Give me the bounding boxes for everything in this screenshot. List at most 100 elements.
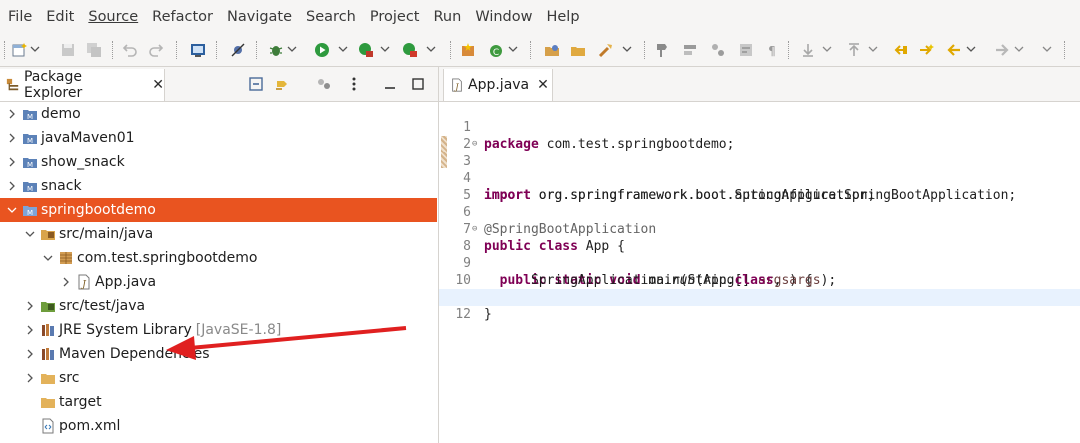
tree-item-target[interactable]: target (0, 390, 437, 414)
chevron-right-icon[interactable] (60, 276, 72, 288)
project-icon: M (23, 158, 37, 169)
editor-tabbar: J App.java ✕ (439, 67, 1080, 102)
chevron-down-icon[interactable] (1014, 44, 1024, 54)
tree-item-javamaven01[interactable]: M javaMaven01 (0, 126, 437, 150)
maximize-icon[interactable] (410, 76, 426, 92)
code-line: 8 ⊖ public static void main(String[] arg… (439, 221, 1080, 288)
chevron-right-icon[interactable] (24, 348, 36, 360)
chevron-right-icon[interactable] (24, 372, 36, 384)
pin-editor-icon[interactable] (918, 42, 934, 58)
tree-item-app-java[interactable]: J App.java (0, 270, 437, 294)
save-icon[interactable] (60, 42, 76, 58)
chevron-down-icon[interactable] (6, 204, 18, 216)
save-all-icon[interactable] (86, 42, 102, 58)
collapse-all-icon[interactable] (248, 76, 264, 92)
toggle-mark-occurrences-icon[interactable] (654, 42, 670, 58)
menu-help[interactable]: Help (546, 9, 579, 25)
project-icon: M (23, 110, 37, 121)
view-menu-icon[interactable] (346, 76, 362, 92)
chevron-right-icon[interactable] (24, 300, 36, 312)
block-selection-icon[interactable] (710, 42, 726, 58)
folder-icon (41, 398, 55, 408)
package-icon (60, 252, 72, 264)
show-whitespace-icon[interactable]: ¶ (764, 42, 780, 58)
java-file-icon: J (78, 274, 90, 290)
new-java-project-icon[interactable] (460, 42, 476, 58)
menu-search[interactable]: Search (306, 9, 356, 25)
menu-bar: File Edit Source Refactor Navigate Searc… (0, 0, 1080, 34)
tree-item-springbootdemo[interactable]: M springbootdemo (0, 198, 437, 222)
coverage-icon[interactable] (358, 42, 374, 58)
tab-package-explorer[interactable]: Package Explorer ✕ (0, 69, 165, 101)
chevron-down-icon[interactable] (30, 44, 40, 54)
tree-label: App.java (95, 274, 157, 290)
close-icon[interactable]: ✕ (152, 77, 164, 93)
open-type-icon[interactable] (544, 42, 560, 58)
tree-item-src-main-java[interactable]: src/main/java (0, 222, 437, 246)
svg-text:¶: ¶ (768, 44, 776, 58)
tree-item-show-snack[interactable]: M show_snack (0, 150, 437, 174)
tree-item-src[interactable]: src (0, 366, 437, 390)
chevron-right-icon[interactable] (6, 156, 18, 168)
terminal-icon[interactable] (190, 42, 206, 58)
search-icon[interactable] (598, 42, 614, 58)
chevron-down-icon[interactable] (426, 44, 436, 54)
chevron-down-icon[interactable] (42, 252, 54, 264)
chevron-down-icon[interactable] (338, 44, 348, 54)
tree-item-src-test-java[interactable]: src/test/java (0, 294, 437, 318)
tree-label: src (59, 370, 80, 386)
redo-icon[interactable] (148, 42, 164, 58)
tree-label: src/main/java (59, 226, 154, 242)
previous-annotation-icon[interactable] (846, 42, 862, 58)
breakpoint-skip-icon[interactable] (230, 42, 246, 58)
tree-item-pom-xml[interactable]: pom.xml (0, 414, 437, 438)
tree-label: com.test.springbootdemo (77, 250, 258, 266)
chevron-down-icon[interactable] (966, 44, 976, 54)
minimize-icon[interactable] (382, 76, 398, 92)
chevron-right-icon[interactable] (6, 132, 18, 144)
package-explorer-tabbar: Package Explorer ✕ (0, 67, 438, 102)
forward-icon[interactable] (994, 42, 1010, 58)
undo-icon[interactable] (122, 42, 138, 58)
external-tools-icon[interactable] (402, 42, 418, 58)
chevron-right-icon[interactable] (6, 180, 18, 192)
next-annotation-icon[interactable] (800, 42, 816, 58)
chevron-down-icon[interactable] (1042, 44, 1052, 54)
menu-file[interactable]: File (8, 9, 32, 25)
chevron-down-icon[interactable] (622, 44, 632, 54)
chevron-right-icon[interactable] (6, 108, 18, 120)
chevron-down-icon[interactable] (822, 44, 832, 54)
debug-icon[interactable] (268, 42, 284, 58)
new-class-icon[interactable]: C (488, 42, 504, 58)
menu-edit[interactable]: Edit (46, 9, 74, 25)
new-wizard-icon[interactable] (12, 42, 28, 58)
last-edit-location-icon[interactable] (892, 42, 908, 58)
run-icon[interactable] (314, 42, 330, 58)
menu-window[interactable]: Window (475, 9, 532, 25)
chevron-down-icon[interactable] (868, 44, 878, 54)
menu-source[interactable]: Source (88, 9, 138, 25)
fold-collapse-icon[interactable]: ⊖ (472, 221, 477, 238)
tab-label: App.java (468, 77, 530, 93)
chevron-down-icon[interactable] (380, 44, 390, 54)
focus-task-icon[interactable] (316, 76, 332, 92)
menu-run[interactable]: Run (434, 9, 462, 25)
toggle-breadcrumb-icon[interactable] (682, 42, 698, 58)
open-task-icon[interactable] (570, 42, 586, 58)
menu-project[interactable]: Project (370, 9, 420, 25)
close-icon[interactable]: ✕ (537, 77, 549, 93)
tree-item-snack[interactable]: M snack (0, 174, 437, 198)
back-icon[interactable] (946, 42, 962, 58)
menu-navigate[interactable]: Navigate (227, 9, 292, 25)
word-wrap-icon[interactable] (738, 42, 754, 58)
fold-collapse-icon[interactable]: ⊖ (472, 136, 477, 153)
chevron-down-icon[interactable] (24, 228, 36, 240)
chevron-right-icon[interactable] (24, 324, 36, 336)
tree-item-demo[interactable]: M demo (0, 102, 437, 126)
menu-refactor[interactable]: Refactor (152, 9, 213, 25)
link-with-editor-icon[interactable] (274, 76, 290, 92)
tree-item-package[interactable]: com.test.springbootdemo (0, 246, 437, 270)
chevron-down-icon[interactable] (287, 44, 297, 54)
tab-app-java[interactable]: J App.java ✕ (443, 69, 553, 101)
chevron-down-icon[interactable] (508, 44, 518, 54)
